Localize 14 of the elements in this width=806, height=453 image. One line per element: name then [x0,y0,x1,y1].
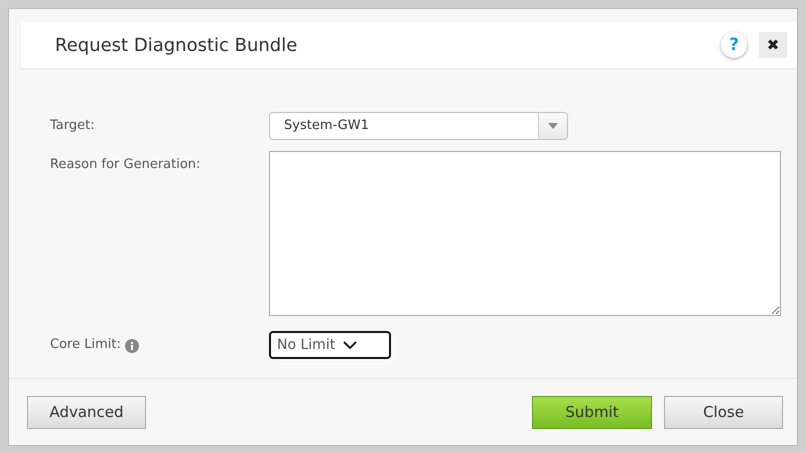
field-label: Reason for Generation: [50,157,200,172]
submit-button[interactable]: Submit [532,396,652,428]
field-label: Core Limit: [50,337,121,352]
dialog-title: Request Diagnostic Bundle [55,34,298,56]
action-button[interactable]: Advanced [27,396,146,428]
chevron-icon [343,340,358,350]
reason-field[interactable] [269,151,781,316]
field-label: Target: [50,118,95,133]
target-select[interactable]: System-GW1 [269,112,568,140]
core-limit-select[interactable]: No Limit [269,331,391,359]
close-button[interactable]: ✖ [759,32,787,58]
caret-icon [548,123,558,129]
info-icon [124,339,139,353]
action-button[interactable]: Close [664,396,783,428]
